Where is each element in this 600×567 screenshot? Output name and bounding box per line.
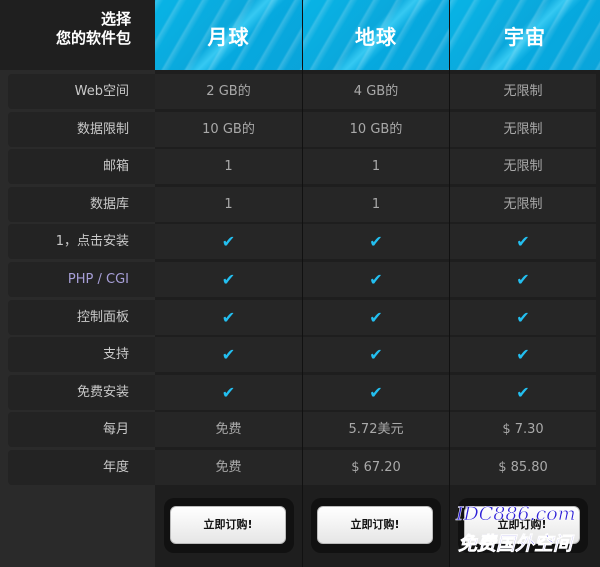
plan-value: 4 GB的 (303, 74, 449, 109)
table-row: 控制面板 ✔ ✔ ✔ (0, 299, 600, 336)
feature-label: 数据限制 (8, 111, 155, 147)
check-icon: ✔ (303, 224, 449, 260)
feature-label: 每月 (8, 412, 155, 448)
plan-name: 地球 (355, 24, 397, 49)
check-icon: ✔ (303, 262, 449, 297)
plan-value: 1 (303, 186, 449, 222)
feature-label: 免费安装 (8, 374, 155, 410)
plan-value: $ 7.30 (450, 412, 596, 448)
table-row: 1，点击安装 ✔ ✔ ✔ (0, 223, 600, 260)
table-row: 每月 免费 5.72美元 $ 7.30 (0, 411, 600, 448)
feature-label: 数据库 (8, 186, 155, 222)
table-row: 数据限制 10 GB的 10 GB的 无限制 (0, 111, 600, 148)
checkmark: ✔ (369, 307, 383, 327)
checkmark: ✔ (516, 232, 530, 252)
check-icon: ✔ (303, 299, 449, 335)
plan-value: 1 (155, 186, 302, 222)
checkmark: ✔ (369, 270, 383, 289)
feature-label: 控制面板 (8, 299, 155, 335)
header-corner: 选择 您的软件包 (0, 0, 155, 70)
plan-value: 10 GB的 (303, 111, 449, 147)
pricing-table: 选择 您的软件包 月球 地球 宇宙 Web空间 2 GB的 4 GB的 无限制 数据限制… (0, 0, 600, 567)
choose-package-title: 选择 您的软件包 (56, 10, 131, 48)
table-row: 邮箱 1 1 无限制 (0, 148, 600, 185)
plan-value: 无限制 (450, 149, 596, 185)
checkmark: ✔ (221, 307, 236, 327)
feature-label: 年度 (8, 450, 155, 485)
table-row: 免费安装 ✔ ✔ ✔ (0, 374, 600, 411)
checkmark: ✔ (369, 382, 383, 402)
check-icon: ✔ (155, 374, 302, 410)
checkmark: ✔ (221, 382, 236, 402)
checkmark: ✔ (516, 307, 530, 327)
checkmark: ✔ (221, 345, 236, 365)
check-icon: ✔ (450, 224, 596, 260)
order-button-wrapper: 立即订购! (458, 498, 588, 553)
checkmark: ✔ (516, 382, 530, 402)
title-line-1: 选择 (100, 10, 131, 28)
checkmark: ✔ (369, 345, 383, 365)
feature-label: 邮箱 (8, 149, 155, 185)
plan-value: 无限制 (450, 186, 596, 222)
feature-label: 支持 (8, 337, 155, 373)
plan-value: $ 67.20 (303, 450, 449, 485)
table-row: 年度 免费 $ 67.20 $ 85.80 (0, 449, 600, 486)
plan-value: 1 (155, 149, 302, 185)
feature-label: 1，点击安装 (8, 224, 155, 260)
plan-value: $ 85.80 (450, 450, 596, 485)
check-icon: ✔ (155, 224, 302, 260)
plan-value: 1 (303, 149, 449, 185)
checkmark: ✔ (516, 270, 530, 289)
plan-value: 无限制 (450, 74, 596, 109)
check-icon: ✔ (155, 262, 302, 297)
order-now-button-moon[interactable]: 立即订购! (170, 506, 286, 544)
checkmark: ✔ (221, 232, 236, 252)
title-line-2: 您的软件包 (55, 29, 131, 47)
feature-label: PHP / CGI (8, 262, 155, 297)
plan-name: 月球 (207, 24, 250, 49)
order-button-wrapper: 立即订购! (311, 498, 441, 553)
check-icon: ✔ (450, 374, 596, 410)
check-icon: ✔ (155, 299, 302, 335)
check-icon: ✔ (450, 262, 596, 297)
table-row: 支持 ✔ ✔ ✔ (0, 336, 600, 373)
plan-value: 2 GB的 (155, 74, 302, 109)
plan-value: 5.72美元 (303, 412, 449, 448)
plan-value: 免费 (155, 412, 302, 448)
plan-header-moon: 月球 (155, 0, 303, 70)
table-row: PHP / CGI ✔ ✔ ✔ (0, 261, 600, 298)
plan-value: 10 GB的 (155, 111, 302, 147)
order-button-wrapper: 立即订购! (164, 498, 294, 553)
check-icon: ✔ (450, 337, 596, 373)
check-icon: ✔ (155, 337, 302, 373)
checkmark: ✔ (369, 232, 383, 252)
checkmark: ✔ (516, 345, 530, 365)
feature-label: Web空间 (8, 74, 155, 109)
check-icon: ✔ (450, 299, 596, 335)
table-row: Web空间 2 GB的 4 GB的 无限制 (0, 73, 600, 110)
plan-value: 免费 (155, 450, 302, 485)
plan-name: 宇宙 (504, 24, 546, 49)
order-now-button-universe[interactable]: 立即订购! (464, 506, 580, 544)
plan-header-universe: 宇宙 (450, 0, 600, 70)
plan-value: 无限制 (450, 111, 596, 147)
table-row: 数据库 1 1 无限制 (0, 186, 600, 223)
check-icon: ✔ (303, 337, 449, 373)
check-icon: ✔ (303, 374, 449, 410)
order-now-button-earth[interactable]: 立即订购! (317, 506, 433, 544)
plan-header-earth: 地球 (303, 0, 450, 70)
checkmark: ✔ (221, 270, 236, 289)
